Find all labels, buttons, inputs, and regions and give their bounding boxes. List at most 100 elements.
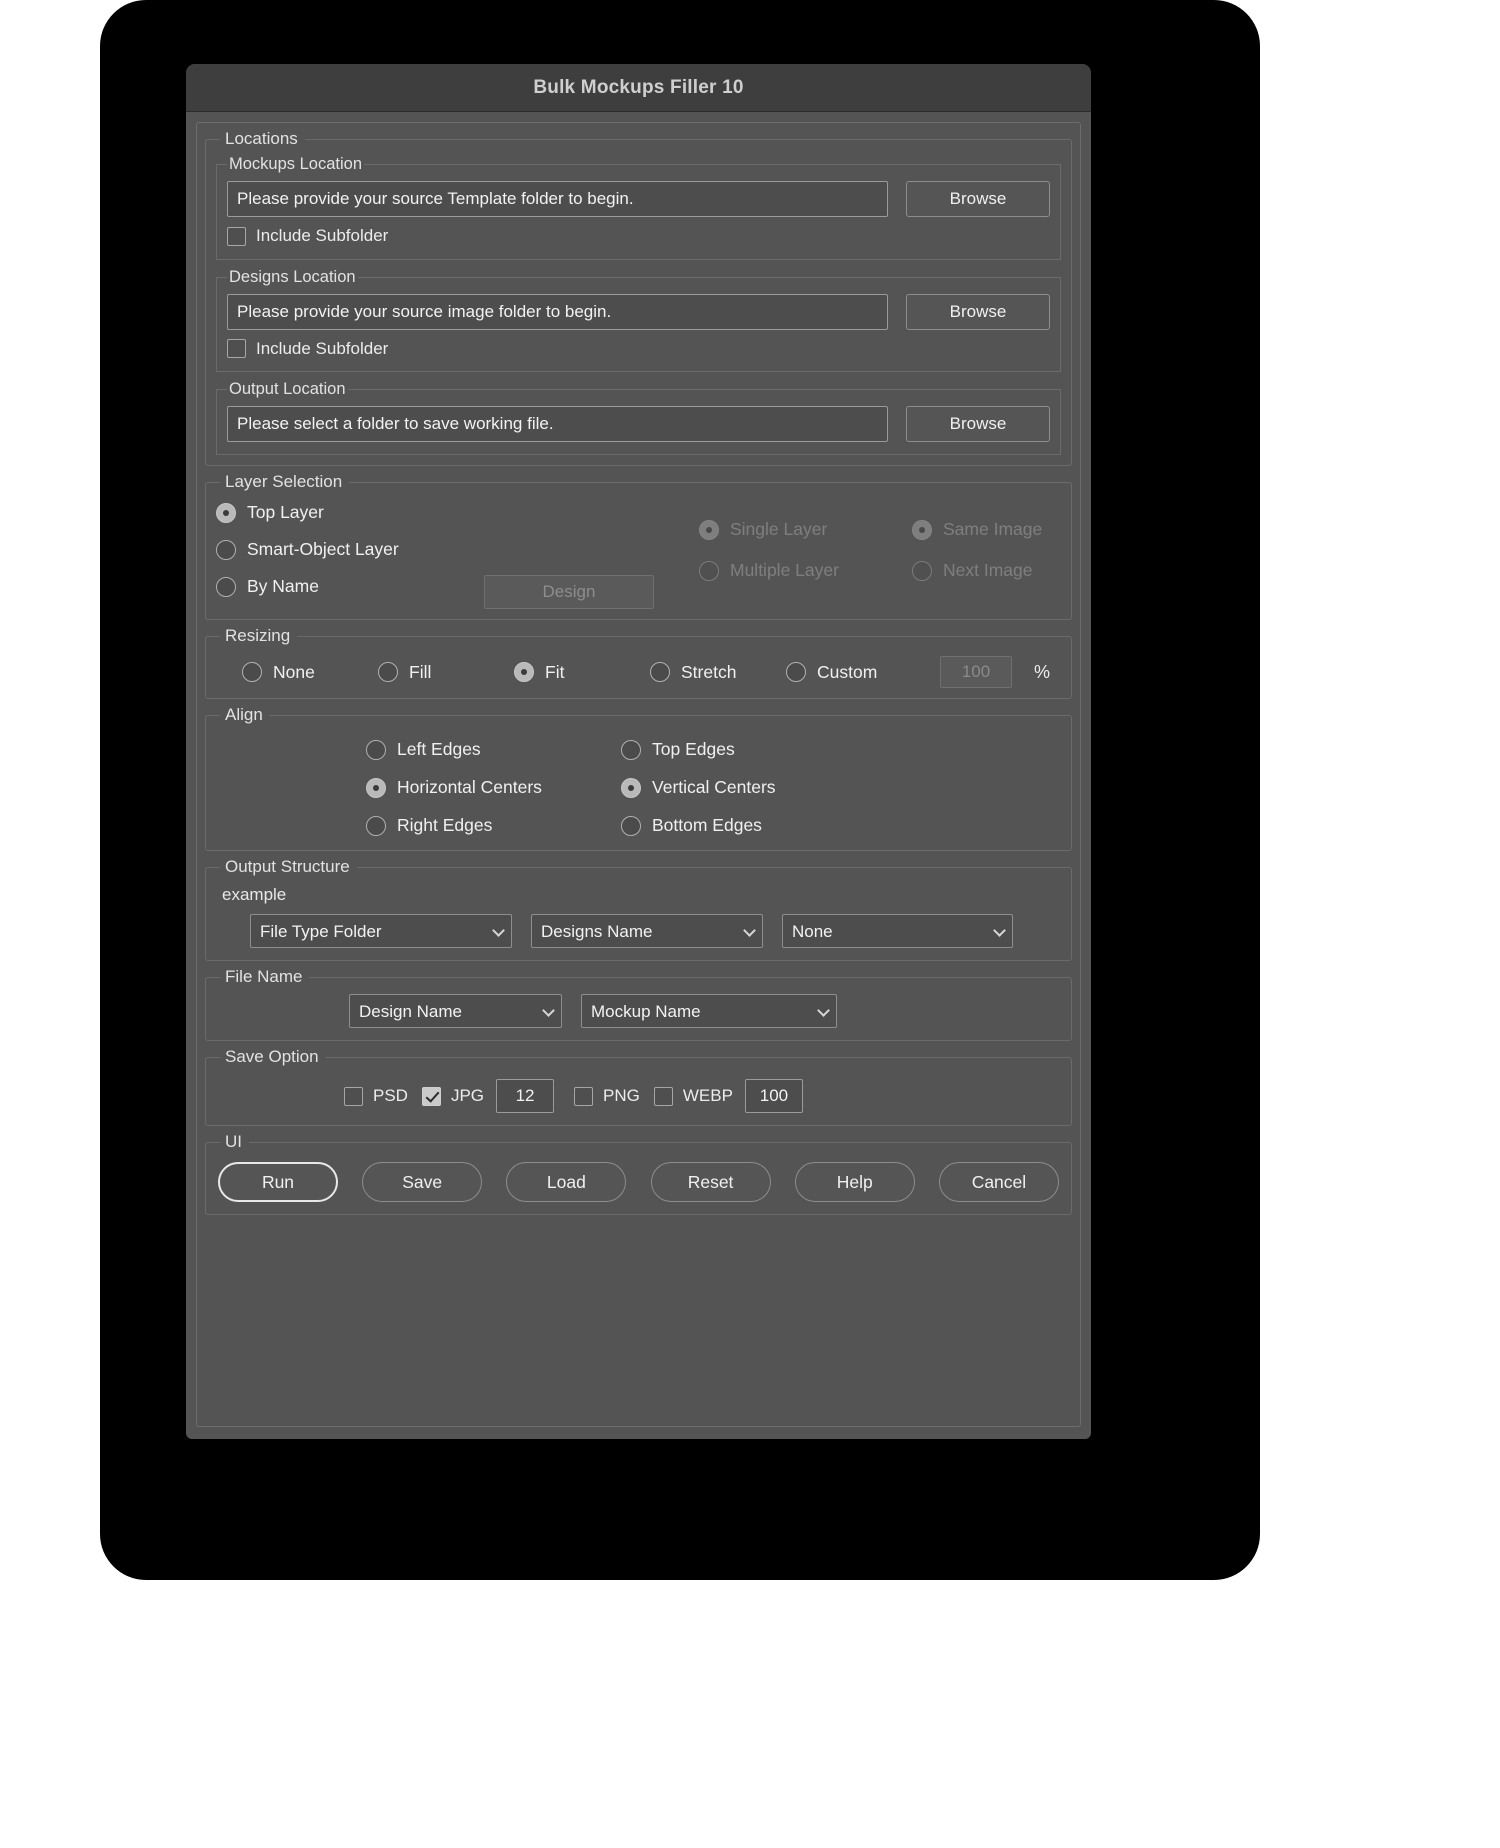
save-button[interactable]: Save: [362, 1162, 483, 1202]
resize-percent-input[interactable]: [940, 656, 1012, 688]
radio-align-left-edges-label: Left Edges: [397, 739, 481, 759]
radio-next-image[interactable]: Next Image: [912, 560, 1042, 581]
designs-browse-button[interactable]: Browse: [906, 293, 1050, 330]
radio-align-left-edges[interactable]: Left Edges: [366, 739, 621, 760]
ui-button-row: Run Save Load Reset Help Cancel: [216, 1156, 1061, 1206]
radio-resize-stretch[interactable]: Stretch: [650, 662, 786, 683]
radio-by-name[interactable]: By Name: [216, 576, 484, 597]
layer-mode-radios: Top Layer Smart-Object Layer By Name: [216, 499, 484, 597]
checkbox-box: [421, 1086, 441, 1106]
output-structure-select-2[interactable]: Designs Name: [531, 914, 763, 948]
checkbox-webp[interactable]: WEBP: [653, 1086, 733, 1106]
radio-resize-stretch-label: Stretch: [681, 661, 737, 682]
checkbox-jpg[interactable]: JPG: [421, 1086, 484, 1106]
radio-multiple-layer-label: Multiple Layer: [730, 560, 839, 580]
radio-align-right-edges[interactable]: Right Edges: [366, 815, 621, 836]
radio-resize-custom-label: Custom: [817, 661, 878, 682]
checkbox-box: [653, 1086, 673, 1106]
layer-name-input[interactable]: [484, 575, 654, 609]
output-structure-select2-wrap: Designs Name: [531, 914, 763, 948]
designs-location-legend: Designs Location: [229, 267, 356, 286]
save-option-group: Save Option PSD JPG PNG: [205, 1047, 1072, 1126]
radio-same-image-label: Same Image: [943, 519, 1043, 539]
file-name-select2-wrap: Mockup Name: [581, 994, 837, 1028]
file-name-select-2[interactable]: Mockup Name: [581, 994, 837, 1028]
designs-include-subfolder-checkbox[interactable]: Include Subfolder: [227, 339, 388, 359]
jpg-quality-input[interactable]: [496, 1079, 555, 1113]
reset-button[interactable]: Reset: [650, 1162, 771, 1202]
radio-multiple-layer[interactable]: Multiple Layer: [699, 560, 912, 581]
radio-dot: [621, 815, 641, 836]
radio-resize-none[interactable]: None: [242, 662, 378, 683]
layer-selection-grid: Top Layer Smart-Object Layer By Name Des…: [216, 496, 1061, 611]
layer-selection-legend: Layer Selection: [225, 472, 343, 491]
mockups-include-subfolder-checkbox[interactable]: Include Subfolder: [227, 226, 388, 246]
locations-legend: Locations: [225, 129, 298, 148]
radio-same-image[interactable]: Same Image: [912, 519, 1042, 540]
mockups-location-input[interactable]: [227, 181, 888, 217]
radio-smart-object-layer[interactable]: Smart-Object Layer: [216, 539, 484, 560]
designs-include-subfolder-label: Include Subfolder: [256, 338, 389, 358]
layer-selection-group: Layer Selection Top Layer Smart-Object L…: [205, 472, 1072, 620]
radio-align-top-edges[interactable]: Top Edges: [621, 739, 876, 760]
resizing-group: Resizing None Fill Fit Stretch Custom 10…: [205, 626, 1072, 699]
locations-group: Locations Mockups Location Browse Includ…: [205, 129, 1072, 466]
checkbox-png[interactable]: PNG: [574, 1086, 640, 1106]
radio-dot: [514, 662, 534, 682]
checkbox-psd-label: PSD: [373, 1086, 408, 1105]
checkbox-png-label: PNG: [603, 1086, 640, 1105]
radio-dot: [366, 777, 386, 798]
layer-count-radios: Single Layer Multiple Layer: [699, 519, 912, 581]
radio-dot: [366, 815, 386, 836]
radio-align-vertical-centers[interactable]: Vertical Centers: [621, 777, 876, 798]
mockups-include-subfolder-label: Include Subfolder: [256, 226, 389, 245]
radio-dot: [650, 662, 670, 682]
file-name-legend: File Name: [225, 967, 303, 986]
checkbox-psd[interactable]: PSD: [344, 1086, 408, 1106]
output-structure-select1-wrap: File Type Folder: [250, 914, 512, 948]
save-option-legend: Save Option: [225, 1047, 319, 1066]
output-location-row: Browse: [227, 406, 1050, 442]
output-location-input[interactable]: [227, 406, 888, 442]
layer-options-disabled: Single Layer Multiple Layer Same Image N…: [699, 499, 1061, 581]
ui-legend: UI: [225, 1132, 242, 1151]
bulk-mockups-filler-dialog: Bulk Mockups Filler 10 Locations Mockups…: [186, 64, 1091, 1439]
webp-quality-input[interactable]: [744, 1079, 803, 1113]
radio-resize-custom[interactable]: Custom: [786, 662, 922, 683]
designs-location-input[interactable]: [227, 293, 888, 330]
radio-align-bottom-edges-label: Bottom Edges: [652, 815, 762, 835]
file-name-select1-wrap: Design Name: [349, 994, 562, 1028]
output-structure-select-3[interactable]: None: [782, 914, 1013, 948]
resizing-legend: Resizing: [225, 626, 291, 645]
radio-resize-none-label: None: [273, 661, 315, 682]
align-grid: Left Edges Top Edges Horizontal Centers …: [216, 729, 1061, 842]
radio-single-layer[interactable]: Single Layer: [699, 519, 912, 540]
radio-top-layer[interactable]: Top Layer: [216, 502, 484, 523]
run-button[interactable]: Run: [218, 1162, 338, 1202]
checkbox-box: [227, 339, 246, 358]
mockups-location-group: Mockups Location Browse Include Subfolde…: [216, 155, 1061, 260]
align-group: Align Left Edges Top Edges Horizontal Ce…: [205, 705, 1072, 851]
file-name-selects: Design Name Mockup Name: [216, 991, 1061, 1032]
cancel-button[interactable]: Cancel: [938, 1162, 1059, 1202]
output-structure-group: Output Structure example File Type Folde…: [205, 857, 1072, 961]
radio-align-right-edges-label: Right Edges: [397, 815, 493, 835]
radio-resize-fit[interactable]: Fit: [514, 662, 650, 683]
radio-align-bottom-edges[interactable]: Bottom Edges: [621, 815, 876, 836]
help-button[interactable]: Help: [794, 1162, 915, 1202]
mockups-browse-button[interactable]: Browse: [906, 181, 1050, 217]
radio-dot: [786, 662, 806, 682]
output-browse-button[interactable]: Browse: [906, 406, 1050, 442]
output-structure-select-1[interactable]: File Type Folder: [250, 914, 512, 948]
dialog-body: Locations Mockups Location Browse Includ…: [196, 122, 1081, 1427]
radio-dot: [912, 560, 932, 581]
file-name-select-1[interactable]: Design Name: [349, 994, 562, 1028]
radio-dot: [699, 519, 719, 540]
radio-dot: [912, 519, 932, 540]
checkbox-box: [227, 226, 246, 246]
layer-name-field-wrap: [484, 499, 699, 611]
radio-resize-fill[interactable]: Fill: [378, 662, 514, 683]
radio-align-horizontal-centers[interactable]: Horizontal Centers: [366, 777, 621, 798]
image-mode-radios: Same Image Next Image: [912, 519, 1042, 581]
load-button[interactable]: Load: [506, 1162, 627, 1202]
